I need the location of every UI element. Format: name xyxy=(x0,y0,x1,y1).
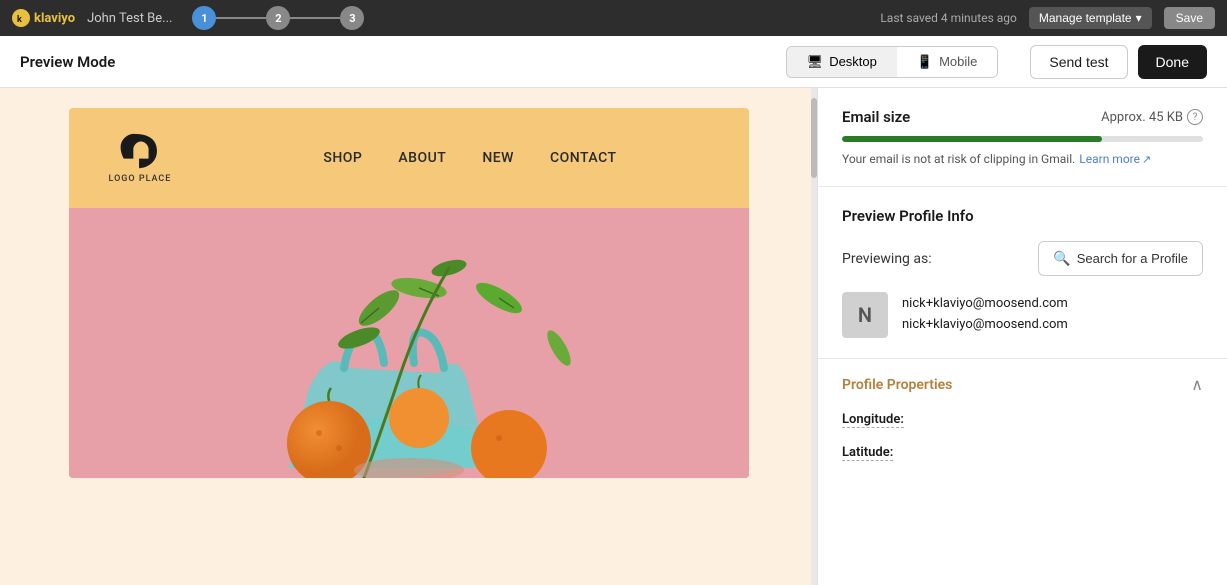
profile-properties-section: Profile Properties ∧ Longitude: Latitude… xyxy=(818,359,1227,476)
search-icon: 🔍 xyxy=(1053,250,1070,267)
step-line-2 xyxy=(290,17,340,19)
external-link-icon: ↗ xyxy=(1142,153,1151,166)
longitude-row: Longitude: xyxy=(842,408,1203,427)
scroll-thumb[interactable] xyxy=(811,98,817,178)
profile-section-title: Preview Profile Info xyxy=(842,207,1203,225)
chevron-up-icon: ∧ xyxy=(1191,375,1203,394)
hero-illustration xyxy=(69,208,749,478)
email-logo: LOGO PLACE xyxy=(109,132,172,184)
email-card: LOGO PLACE SHOP ABOUT NEW CONTACT xyxy=(69,108,749,478)
email-preview-area: LOGO PLACE SHOP ABOUT NEW CONTACT xyxy=(0,88,817,585)
properties-header[interactable]: Profile Properties ∧ xyxy=(842,375,1203,394)
nav-about: ABOUT xyxy=(398,150,446,166)
mobile-button[interactable]: 📱 Mobile xyxy=(897,47,997,77)
search-profile-button[interactable]: 🔍 Search for a Profile xyxy=(1038,241,1203,276)
scrollbar[interactable] xyxy=(811,88,817,585)
step-indicator: 1 2 3 xyxy=(192,6,364,30)
email-nav-menu: SHOP ABOUT NEW CONTACT xyxy=(231,150,708,166)
step-2[interactable]: 2 xyxy=(266,6,290,30)
progress-fill xyxy=(842,136,1102,142)
preview-bar: Preview Mode 🖥 Desktop 📱 Mobile Send tes… xyxy=(0,36,1227,88)
user-email-secondary: nick+klaviyo@moosend.com xyxy=(902,315,1068,336)
email-size-value: Approx. 45 KB ? xyxy=(1101,109,1203,125)
profile-user-row: N nick+klaviyo@moosend.com nick+klaviyo@… xyxy=(842,292,1203,338)
top-navigation-bar: k klaviyo John Test Be... 1 2 3 Last sav… xyxy=(0,0,1227,36)
previewing-label: Previewing as: xyxy=(842,251,932,267)
info-icon[interactable]: ? xyxy=(1187,109,1203,125)
send-test-button[interactable]: Send test xyxy=(1030,45,1127,79)
desktop-icon: 🖥 xyxy=(807,54,824,70)
clipping-message: Your email is not at risk of clipping in… xyxy=(842,152,1203,166)
previewing-row: Previewing as: 🔍 Search for a Profile xyxy=(842,241,1203,276)
longitude-label: Longitude: xyxy=(842,412,904,428)
logo-text: klaviyo xyxy=(34,11,75,26)
email-size-label: Email size xyxy=(842,108,910,126)
save-button[interactable]: Save xyxy=(1164,7,1215,29)
logo: k klaviyo xyxy=(12,9,75,27)
preview-mode-label: Preview Mode xyxy=(20,53,115,71)
preview-actions: Send test Done xyxy=(1030,45,1207,79)
logo-place-text: LOGO PLACE xyxy=(109,174,172,184)
mobile-icon: 📱 xyxy=(917,54,933,70)
latitude-row: Latitude: xyxy=(842,441,1203,460)
done-button[interactable]: Done xyxy=(1138,45,1207,79)
user-email-primary: nick+klaviyo@moosend.com xyxy=(902,294,1068,315)
avatar: N xyxy=(842,292,888,338)
step-line-1 xyxy=(216,17,266,19)
manage-template-button[interactable]: Manage template ▾ xyxy=(1029,7,1152,29)
step-3[interactable]: 3 xyxy=(340,6,364,30)
email-header: LOGO PLACE SHOP ABOUT NEW CONTACT xyxy=(69,108,749,208)
email-size-progress-bar xyxy=(842,136,1203,142)
document-title: John Test Be... xyxy=(87,11,172,26)
nav-contact: CONTACT xyxy=(550,150,617,166)
properties-title: Profile Properties xyxy=(842,377,952,393)
email-size-section: Email size Approx. 45 KB ? Your email is… xyxy=(818,88,1227,187)
device-toggle: 🖥 Desktop 📱 Mobile xyxy=(786,46,999,78)
logo-svg xyxy=(115,132,165,172)
learn-more-link[interactable]: Learn more ↗ xyxy=(1079,152,1151,166)
hero-background xyxy=(69,208,749,478)
nav-shop: SHOP xyxy=(323,150,362,166)
auto-save-status: Last saved 4 minutes ago xyxy=(880,11,1017,25)
email-content: LOGO PLACE SHOP ABOUT NEW CONTACT xyxy=(69,108,749,478)
profile-email-info: nick+klaviyo@moosend.com nick+klaviyo@mo… xyxy=(902,294,1068,336)
latitude-label: Latitude: xyxy=(842,445,893,461)
preview-profile-info-section: Preview Profile Info Previewing as: 🔍 Se… xyxy=(818,187,1227,359)
step-1[interactable]: 1 xyxy=(192,6,216,30)
right-panel: Email size Approx. 45 KB ? Your email is… xyxy=(817,88,1227,585)
email-hero xyxy=(69,208,749,478)
dropdown-arrow-icon: ▾ xyxy=(1136,11,1142,25)
desktop-button[interactable]: 🖥 Desktop xyxy=(787,47,897,77)
nav-new: NEW xyxy=(482,150,514,166)
svg-text:k: k xyxy=(17,15,22,25)
email-size-row: Email size Approx. 45 KB ? xyxy=(842,108,1203,126)
main-layout: LOGO PLACE SHOP ABOUT NEW CONTACT xyxy=(0,88,1227,585)
